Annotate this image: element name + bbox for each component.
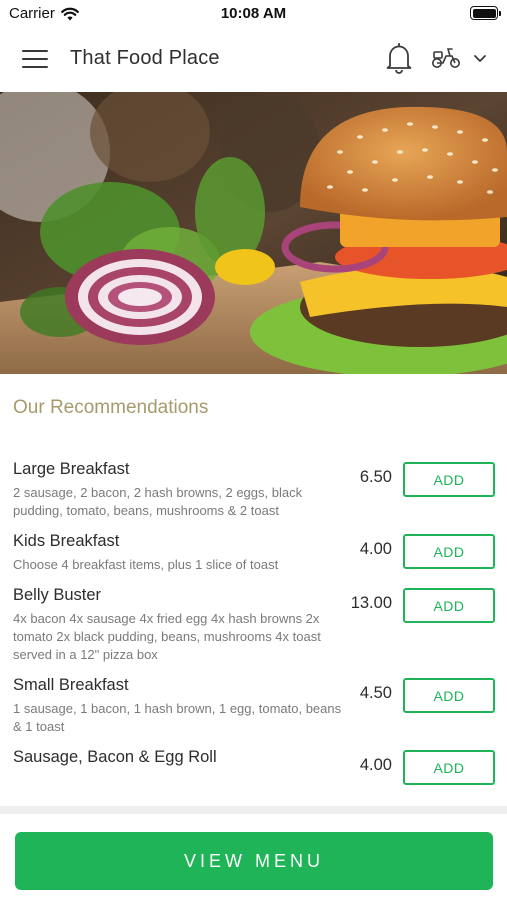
item-name: Large Breakfast — [13, 460, 130, 478]
status-bar: Carrier 10:08 AM — [0, 0, 507, 28]
add-button[interactable]: ADD — [403, 534, 495, 569]
item-price: 4.00 — [359, 756, 392, 774]
item-name: Small Breakfast — [13, 676, 129, 694]
item-name: Sausage, Bacon & Egg Roll — [13, 748, 217, 766]
add-button[interactable]: ADD — [403, 750, 495, 785]
add-button[interactable]: ADD — [403, 678, 495, 713]
item-name: Kids Breakfast — [13, 532, 120, 550]
item-description: 4x bacon 4x sausage 4x fried egg 4x hash… — [13, 611, 321, 662]
section-divider — [0, 806, 507, 814]
status-time: 10:08 AM — [220, 5, 287, 22]
hero-burger-image — [0, 92, 507, 374]
item-description: 1 sausage, 1 bacon, 1 hash brown, 1 egg,… — [13, 701, 342, 734]
delivery-scooter-icon[interactable] — [430, 46, 462, 70]
item-price: 13.00 — [350, 594, 392, 612]
restaurant-title: That Food Place — [70, 47, 220, 69]
item-price: 4.00 — [359, 540, 392, 558]
nav-bar: That Food Place — [0, 28, 507, 92]
item-price: 4.50 — [359, 684, 392, 702]
battery-icon — [470, 6, 501, 20]
add-button[interactable]: ADD — [403, 588, 495, 623]
hamburger-menu-icon[interactable] — [22, 50, 48, 70]
item-name: Belly Buster — [13, 586, 102, 604]
item-description: Choose 4 breakfast items, plus 1 slice o… — [13, 557, 279, 572]
bell-icon[interactable] — [386, 42, 412, 74]
item-price: 6.50 — [359, 468, 392, 486]
view-menu-button[interactable]: VIEW MENU — [15, 832, 493, 890]
add-button[interactable]: ADD — [403, 462, 495, 497]
recommendations-heading: Our Recommendations — [13, 397, 209, 418]
chevron-down-icon[interactable] — [473, 54, 487, 64]
item-description: 2 sausage, 2 bacon, 2 hash browns, 2 egg… — [13, 485, 303, 518]
